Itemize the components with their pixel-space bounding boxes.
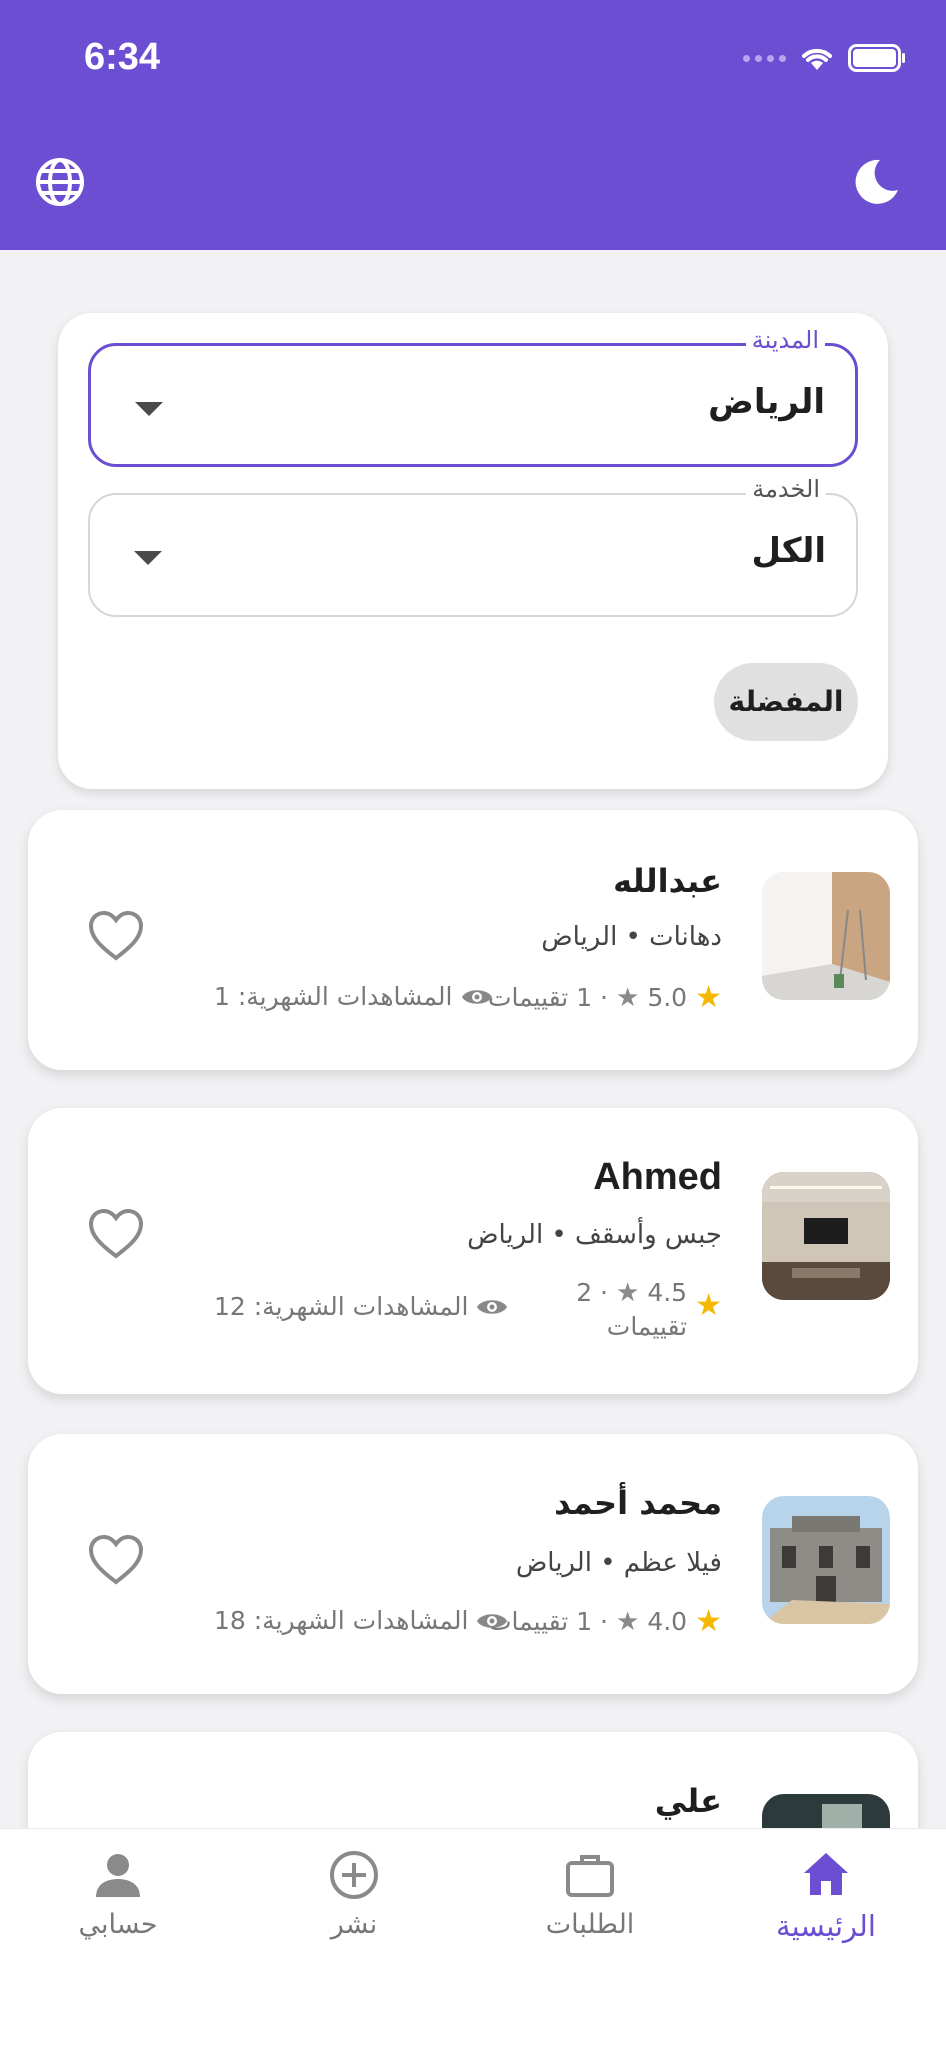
listing-thumbnail <box>762 1172 890 1300</box>
listing-card[interactable]: Ahmed جبس وأسقف • الرياض ★ 4.5 ★ · 2 تقي… <box>28 1108 918 1394</box>
rating-value: 5.0 <box>647 983 688 1012</box>
nav-label-post: نشر <box>330 1909 378 1940</box>
city-dropdown[interactable]: المدينة الرياض <box>88 326 858 467</box>
review-count: · 1 تقييمات <box>487 983 609 1012</box>
listing-name: محمد أحمد <box>554 1484 722 1522</box>
eye-icon <box>477 1613 508 1628</box>
nav-tab-account[interactable]: حسابي <box>18 1849 218 1940</box>
star-icon: ★ <box>695 1604 722 1639</box>
star-outline-icon: ★ <box>616 1278 640 1308</box>
listing-thumbnail <box>762 872 890 1000</box>
review-count: · 2 <box>576 1278 609 1307</box>
star-outline-icon: ★ <box>616 982 640 1013</box>
star-outline-icon: ★ <box>616 1606 640 1637</box>
star-icon: ★ <box>695 980 722 1015</box>
service-dropdown[interactable]: الخدمة الكل <box>88 475 858 617</box>
monthly-views: المشاهدات الشهرية: 18 <box>214 1606 469 1635</box>
nav-label-home: الرئيسية <box>776 1909 876 1943</box>
status-icons <box>743 44 906 72</box>
monthly-views: المشاهدات الشهرية: 12 <box>214 1292 469 1321</box>
rating-row: ★ 4.5 ★ · 2 تقييمات <box>576 1276 722 1344</box>
listing-thumbnail <box>762 1496 890 1624</box>
nav-label-orders: الطلبات <box>545 1909 635 1940</box>
listing-subtitle: جبس وأسقف • الرياض <box>467 1220 722 1250</box>
views-row: المشاهدات الشهرية: 18 <box>214 1606 508 1635</box>
eye-icon <box>477 1299 508 1314</box>
rating-row: ★ 4.0 ★ · 1 تقييمات <box>488 1604 722 1639</box>
moon-icon[interactable] <box>846 152 906 212</box>
briefcase-icon <box>566 1855 614 1897</box>
filter-card: المدينة الرياض الخدمة الكل المفضلة <box>58 313 888 789</box>
views-row: المشاهدات الشهرية: 1 <box>214 982 493 1011</box>
listing-name: Ahmed <box>593 1156 722 1198</box>
wifi-icon <box>802 48 832 70</box>
views-row: المشاهدات الشهرية: 12 <box>214 1292 508 1321</box>
nav-label-account: حسابي <box>78 1909 158 1940</box>
city-value: الرياض <box>708 382 825 422</box>
listing-name: عبدالله <box>613 862 722 900</box>
rating-value: 4.5 <box>647 1278 688 1307</box>
status-time: 6:34 <box>84 36 161 78</box>
bottom-navigation: حسابي نشر الطلبات الرئيسية <box>0 1828 946 2048</box>
listing-card[interactable]: عبدالله دهانات • الرياض ★ 5.0 ★ · 1 تقيي… <box>28 810 918 1070</box>
city-label: المدينة <box>745 326 825 354</box>
add-circle-icon <box>330 1851 378 1899</box>
favorite-heart-icon[interactable] <box>88 1208 144 1260</box>
person-icon <box>96 1854 140 1897</box>
rating-row: ★ 5.0 ★ · 1 تقييمات <box>488 980 722 1015</box>
favorite-heart-icon[interactable] <box>88 910 144 962</box>
dropdown-caret-icon <box>135 402 163 416</box>
favorite-heart-icon[interactable] <box>88 1534 144 1586</box>
nav-tab-home[interactable]: الرئيسية <box>726 1849 926 1943</box>
favorites-chip[interactable]: المفضلة <box>714 663 858 741</box>
eye-icon <box>461 989 492 1004</box>
listing-subtitle: دهانات • الرياض <box>541 922 722 952</box>
signal-dots-icon <box>743 54 786 62</box>
star-icon: ★ <box>695 1288 722 1323</box>
service-label: الخدمة <box>746 475 826 503</box>
review-label: تقييمات <box>606 1312 688 1341</box>
nav-tab-orders[interactable]: الطلبات <box>490 1849 690 1940</box>
rating-value: 4.0 <box>647 1607 688 1636</box>
dropdown-caret-icon <box>134 551 162 565</box>
globe-icon[interactable] <box>30 152 90 212</box>
listing-name: علي <box>654 1782 722 1820</box>
service-value: الكل <box>751 531 826 571</box>
app-header: 6:34 <box>0 0 946 250</box>
listing-card[interactable]: محمد أحمد فيلا عظم • الرياض ★ 4.0 ★ · 1 … <box>28 1434 918 1694</box>
nav-tab-post[interactable]: نشر <box>254 1849 454 1940</box>
listing-subtitle: فيلا عظم • الرياض <box>515 1548 722 1578</box>
monthly-views: المشاهدات الشهرية: 1 <box>214 982 453 1011</box>
home-icon <box>804 1853 848 1895</box>
battery-icon <box>848 44 905 72</box>
